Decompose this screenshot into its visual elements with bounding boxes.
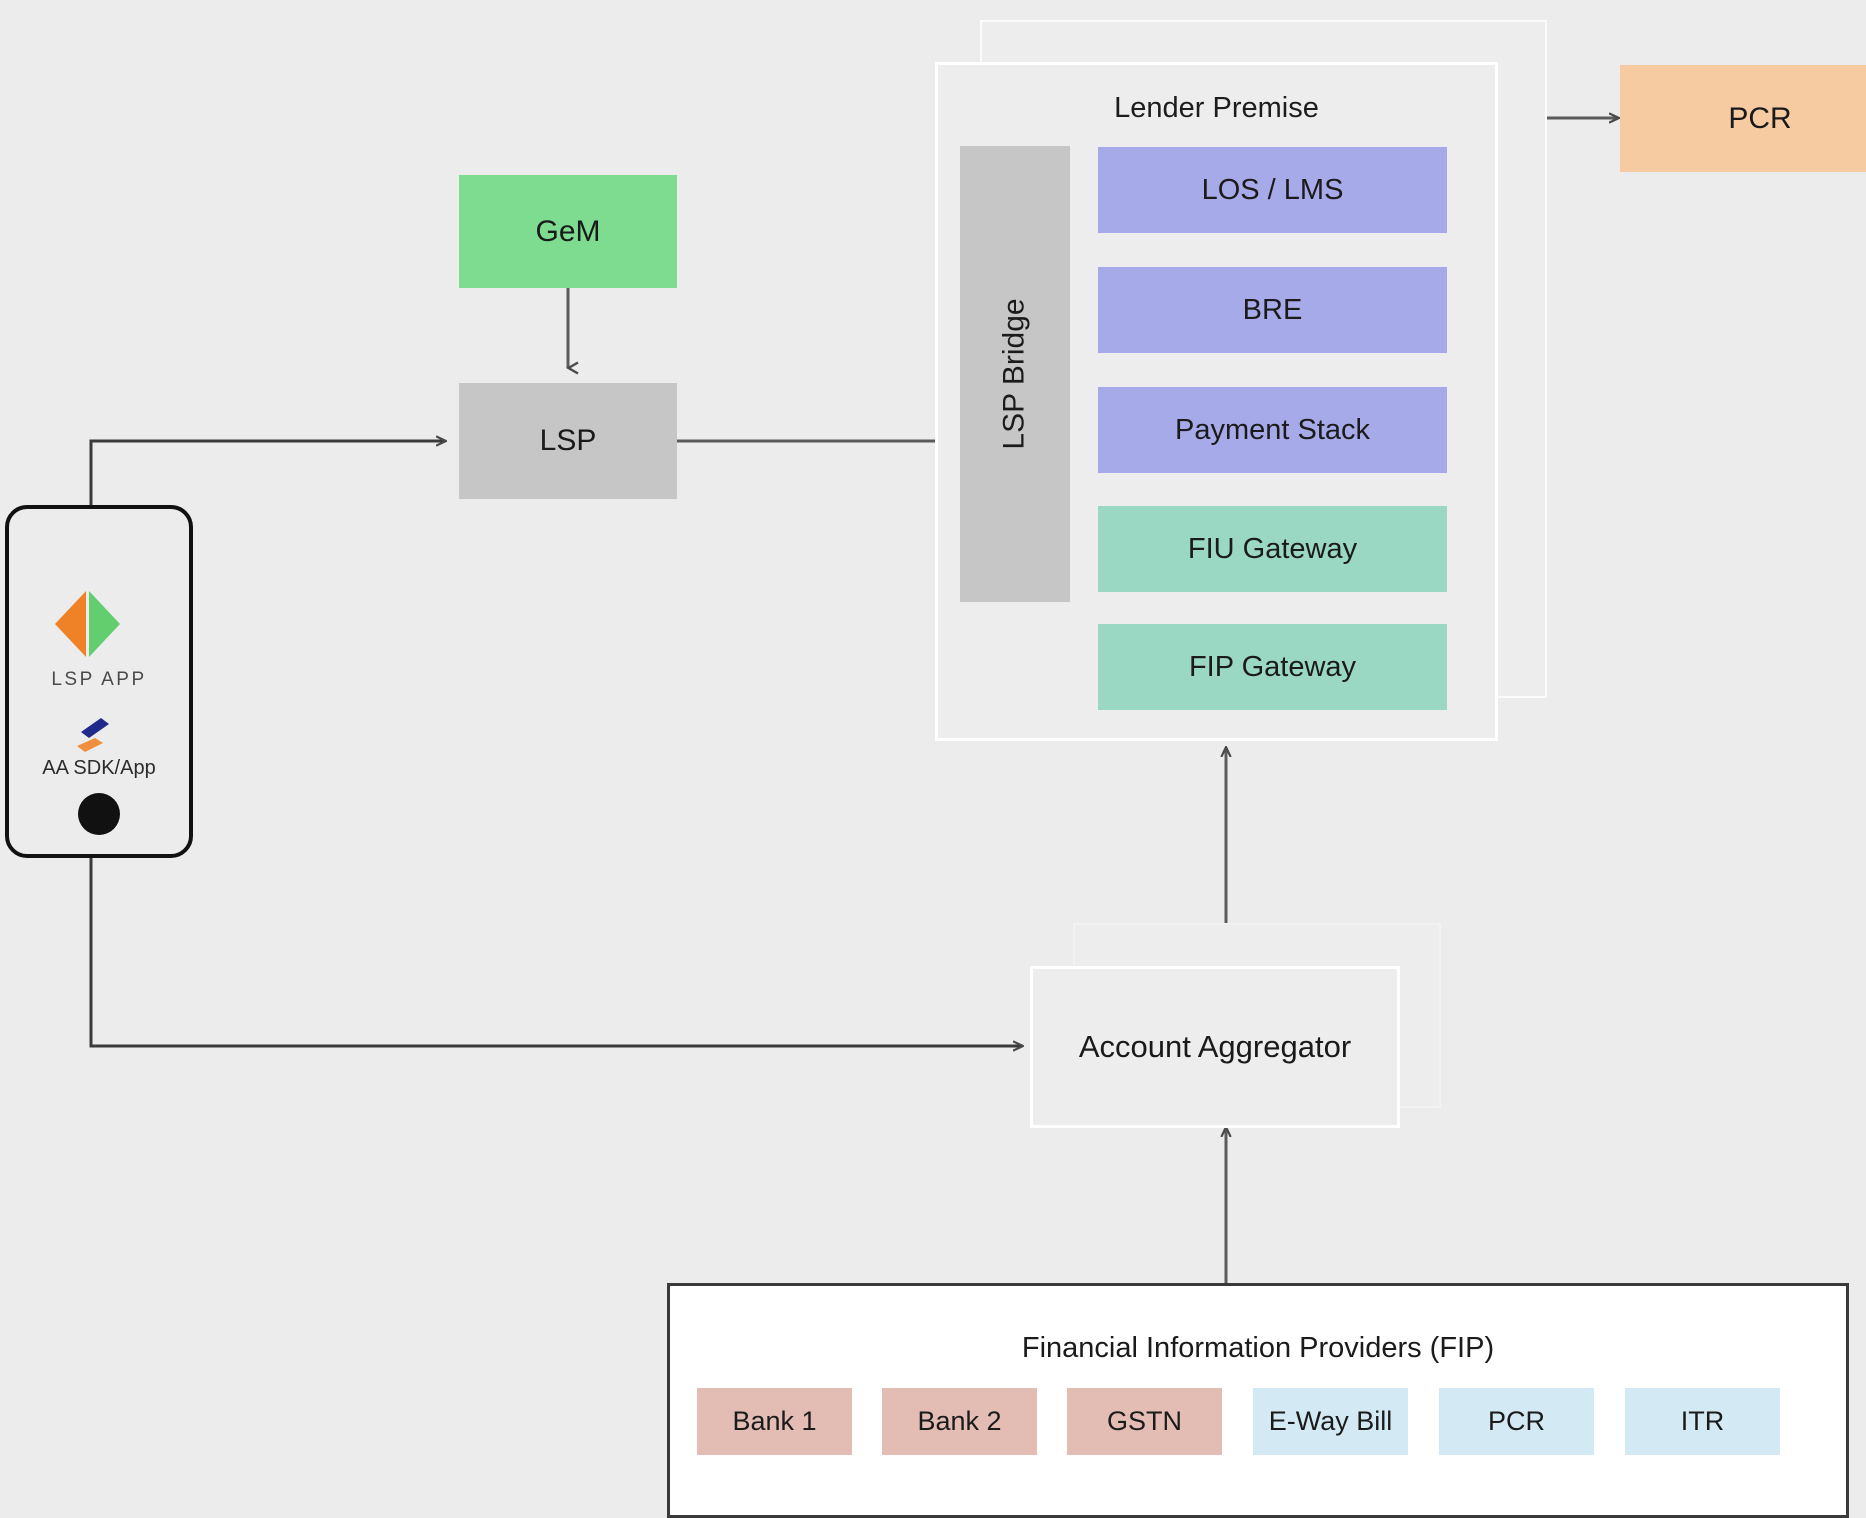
service-los-lms[interactable]: LOS / LMS (1098, 147, 1447, 233)
lsp-app-icon[interactable] (49, 589, 125, 659)
fip-provider-pcr[interactable]: PCR (1439, 1388, 1594, 1455)
fip-provider-label: PCR (1487, 1406, 1545, 1436)
fip-provider-label: E-Way Bill (1268, 1406, 1393, 1436)
service-label: LOS / LMS (1201, 173, 1344, 206)
service-label: FIP Gateway (1188, 650, 1357, 683)
lsp-app-label: LSP APP (51, 669, 147, 690)
aa-sdk-label: AA SDK/App (42, 757, 156, 779)
fip-provider-bank-2[interactable]: Bank 2 (882, 1388, 1037, 1455)
service-label: FIU Gateway (1187, 532, 1358, 565)
fip-provider-itr[interactable]: ITR (1625, 1388, 1780, 1455)
fip-provider-gstn[interactable]: GSTN (1067, 1388, 1222, 1455)
fip-provider-label: GSTN (1106, 1406, 1182, 1436)
fip-title: Financial Information Providers (FIP) (1021, 1332, 1495, 1364)
lender-premise-title: Lender Premise (1114, 92, 1319, 124)
fip-provider-label: Bank 2 (917, 1406, 1002, 1436)
lsp-bridge-node[interactable]: LSP Bridge (960, 146, 1070, 602)
fip-container: Financial Information Providers (FIP) Ba… (667, 1283, 1849, 1518)
service-bre[interactable]: BRE (1098, 267, 1447, 353)
fip-provider-label: ITR (1680, 1406, 1725, 1436)
fip-provider-label: Bank 1 (732, 1406, 817, 1436)
diagram-canvas: Lender Premise LSP Bridge LOS / LMS BRE … (0, 0, 1866, 1518)
service-label: Payment Stack (1174, 413, 1371, 446)
gem-node[interactable]: GeM (459, 175, 677, 288)
lsp-node[interactable]: LSP (459, 383, 677, 499)
account-aggregator-node[interactable]: Account Aggregator (1030, 966, 1400, 1128)
service-fip-gateway[interactable]: FIP Gateway (1098, 624, 1447, 710)
aa-sdk-icon[interactable] (71, 716, 117, 756)
service-fiu-gateway[interactable]: FIU Gateway (1098, 506, 1447, 592)
lsp-label: LSP (539, 424, 597, 457)
pcr-label: PCR (1728, 101, 1792, 135)
service-payment-stack[interactable]: Payment Stack (1098, 387, 1447, 473)
connector-phone-to-lsp (89, 441, 445, 505)
home-button-dot[interactable] (78, 793, 120, 835)
connector-phone-to-aggregator (89, 858, 1022, 1046)
mobile-device-frame[interactable]: LSP APP AA SDK/App (5, 505, 193, 858)
pcr-node[interactable]: PCR (1620, 65, 1866, 172)
fip-provider-eway-bill[interactable]: E-Way Bill (1253, 1388, 1408, 1455)
lsp-bridge-label: LSP Bridge (998, 298, 1031, 450)
fip-provider-bank-1[interactable]: Bank 1 (697, 1388, 852, 1455)
gem-label: GeM (535, 214, 601, 248)
account-aggregator-label: Account Aggregator (1078, 1029, 1352, 1064)
service-label: BRE (1242, 293, 1303, 326)
